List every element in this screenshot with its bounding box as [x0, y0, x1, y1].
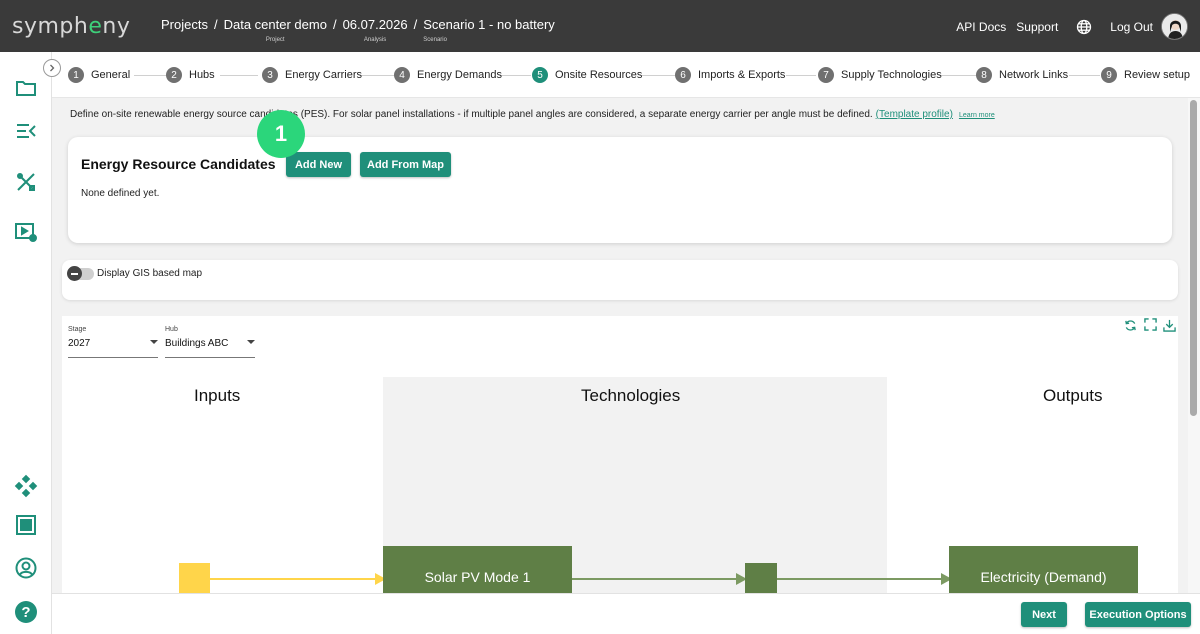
- hub-label: Hub: [165, 326, 178, 333]
- input-node[interactable]: [179, 563, 210, 593]
- bottom-action-bar: Next Execution Options: [52, 593, 1200, 634]
- breadcrumb-project[interactable]: Data center demo Project: [224, 17, 327, 47]
- breadcrumb-separator: /: [413, 17, 418, 32]
- breadcrumb: Projects / Data center demo Project / 06…: [161, 17, 555, 47]
- step-network-links[interactable]: 8 Network Links: [976, 67, 1068, 83]
- energy-resource-candidates-card: Energy Resource Candidates Add New Add F…: [68, 137, 1172, 243]
- chevron-down-icon: [247, 340, 255, 344]
- outputs-heading: Outputs: [1043, 386, 1103, 405]
- list-collapse-icon[interactable]: [14, 119, 38, 143]
- energy-flow-panel: Stage 2027 Hub Buildings ABC Inputs Tech…: [62, 316, 1178, 593]
- avatar[interactable]: [1161, 13, 1188, 40]
- grid-icon[interactable]: [14, 513, 38, 537]
- toggle-knob: [67, 266, 82, 281]
- step-connector: [134, 75, 168, 76]
- breadcrumb-sublabel: Scenario: [423, 37, 447, 43]
- api-docs-link[interactable]: API Docs: [956, 20, 1006, 34]
- app-logo[interactable]: sympheny: [12, 14, 130, 39]
- breadcrumb-sublabel: Analysis: [363, 37, 387, 43]
- tutorial-step-badge: 1: [257, 110, 305, 158]
- flow-arrow: [210, 573, 386, 585]
- network-icon[interactable]: [14, 474, 38, 498]
- fullscreen-icon[interactable]: [1144, 318, 1157, 331]
- chevron-down-icon: [150, 340, 158, 344]
- stage-value: 2027: [68, 338, 91, 349]
- video-settings-icon[interactable]: [14, 220, 38, 244]
- svg-text:?: ?: [21, 604, 30, 621]
- step-energy-carriers[interactable]: 3 Energy Carriers: [262, 67, 362, 83]
- step-imports-exports[interactable]: 6 Imports & Exports: [675, 67, 785, 83]
- breadcrumb-sublabel: Project: [265, 37, 285, 43]
- stage-select[interactable]: Stage 2027: [68, 326, 158, 358]
- help-icon[interactable]: ?: [14, 600, 38, 624]
- setup-stepper: 1 General 2 Hubs 3 Energy Carriers 4 Energy …: [52, 52, 1200, 98]
- gis-toggle-label: Display GIS based map: [97, 268, 203, 279]
- chevron-right-icon: [50, 64, 55, 72]
- output-node[interactable]: Electricity (Demand): [949, 546, 1138, 593]
- folder-icon[interactable]: [14, 76, 38, 100]
- intro-text: Define on-site renewable energy source c…: [70, 109, 995, 120]
- breadcrumb-projects[interactable]: Projects: [161, 17, 208, 47]
- add-new-button[interactable]: Add New: [286, 152, 351, 177]
- main-content: Define on-site renewable energy source c…: [52, 98, 1188, 593]
- step-connector: [1069, 75, 1100, 76]
- scrollbar-thumb[interactable]: [1190, 100, 1197, 416]
- step-connector: [361, 75, 396, 76]
- step-connector: [220, 75, 258, 76]
- step-connector: [786, 75, 816, 76]
- sidebar-collapse-button[interactable]: [43, 59, 61, 77]
- next-button[interactable]: Next: [1021, 602, 1067, 627]
- add-from-map-button[interactable]: Add From Map: [360, 152, 451, 177]
- step-general[interactable]: 1 General: [68, 67, 130, 83]
- step-energy-demands[interactable]: 4 Energy Demands: [394, 67, 502, 83]
- step-onsite-resources[interactable]: 5 Onsite Resources: [532, 67, 642, 83]
- user-circle-icon[interactable]: [14, 556, 38, 580]
- gis-toggle-card: Display GIS based map: [62, 260, 1178, 300]
- junction-node[interactable]: [745, 563, 777, 593]
- learn-more-link[interactable]: Learn more: [959, 112, 995, 119]
- stage-label: Stage: [68, 326, 87, 333]
- breadcrumb-scenario[interactable]: Scenario 1 - no battery Scenario: [423, 17, 555, 47]
- hub-value: Buildings ABC: [165, 338, 229, 349]
- gis-map-toggle[interactable]: [67, 266, 94, 281]
- step-connector: [642, 75, 676, 76]
- card-title: Energy Resource Candidates: [81, 156, 276, 172]
- flow-arrow: [572, 573, 747, 585]
- tech-node[interactable]: Solar PV Mode 1: [383, 546, 572, 593]
- tools-icon[interactable]: [14, 170, 38, 194]
- step-connector: [941, 75, 979, 76]
- sidebar: ?: [0, 52, 52, 634]
- execution-options-button[interactable]: Execution Options: [1085, 602, 1191, 627]
- breadcrumb-analysis[interactable]: 06.07.2026 Analysis: [343, 17, 408, 47]
- step-review-setup[interactable]: 9 Review setup: [1101, 67, 1190, 83]
- step-supply-technologies[interactable]: 7 Supply Technologies: [818, 67, 942, 83]
- refresh-icon[interactable]: [1124, 319, 1137, 332]
- step-connector: [500, 75, 531, 76]
- technologies-heading: Technologies: [581, 386, 681, 405]
- template-profile-link[interactable]: (Template profile): [876, 109, 953, 120]
- breadcrumb-separator: /: [213, 17, 218, 32]
- globe-icon[interactable]: [1076, 19, 1092, 35]
- empty-state-text: None defined yet.: [81, 188, 160, 199]
- top-bar: sympheny Projects / Data center demo Pro…: [0, 0, 1200, 52]
- flow-arrow: [777, 573, 952, 585]
- inputs-heading: Inputs: [194, 386, 241, 405]
- support-link[interactable]: Support: [1016, 20, 1058, 34]
- breadcrumb-separator: /: [332, 17, 337, 32]
- download-icon[interactable]: [1163, 319, 1176, 332]
- hub-select[interactable]: Hub Buildings ABC: [165, 326, 255, 358]
- step-hubs[interactable]: 2 Hubs: [166, 67, 215, 83]
- logout-link[interactable]: Log Out: [1110, 20, 1153, 34]
